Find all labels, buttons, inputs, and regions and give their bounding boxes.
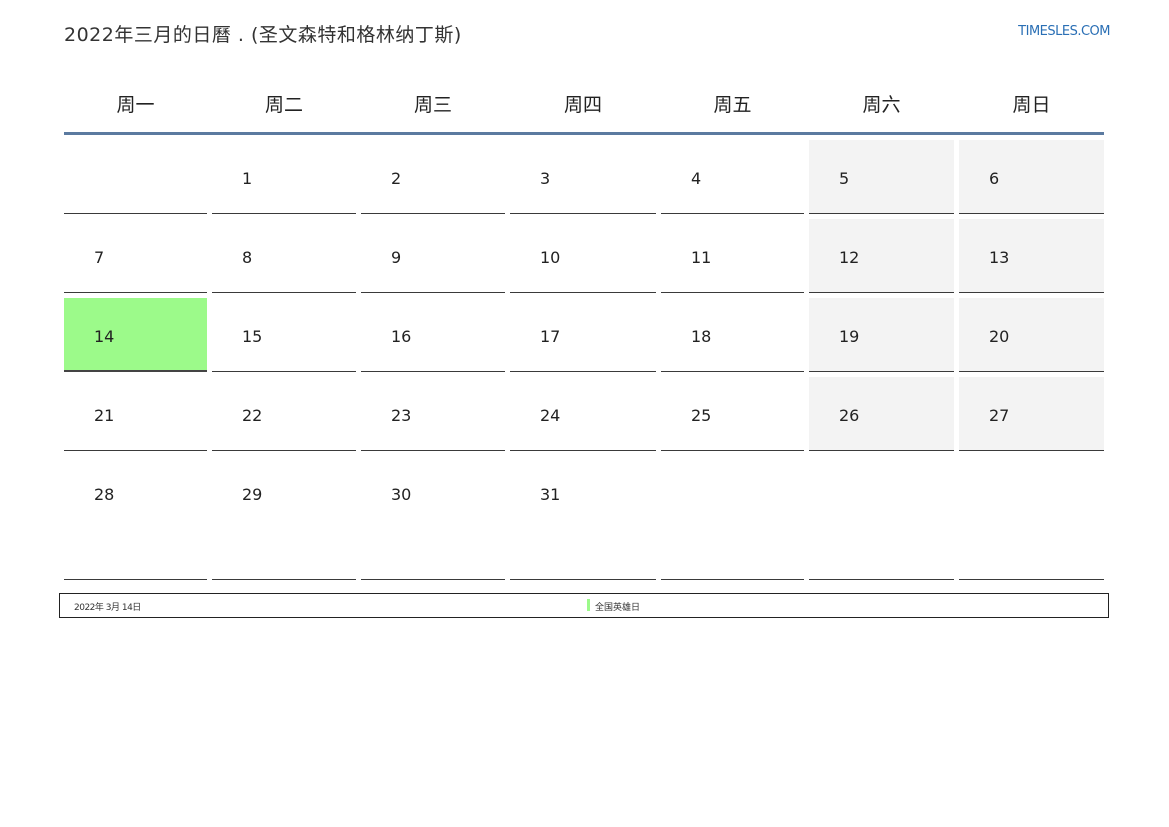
day-cell[interactable]: 29 bbox=[212, 456, 356, 580]
day-number: 9 bbox=[391, 248, 402, 267]
day-number: 7 bbox=[94, 248, 105, 267]
day-cell[interactable]: 25 bbox=[661, 377, 804, 451]
day-number: 21 bbox=[94, 406, 115, 425]
day-number: 14 bbox=[94, 327, 115, 346]
day-number: 29 bbox=[242, 485, 263, 504]
weekday-header-sun: 周日 bbox=[959, 74, 1104, 135]
day-number: 16 bbox=[391, 327, 412, 346]
empty-day-cell bbox=[661, 456, 804, 580]
day-cell[interactable]: 1 bbox=[212, 140, 356, 214]
day-cell[interactable]: 2 bbox=[361, 140, 505, 214]
day-number: 30 bbox=[391, 485, 412, 504]
day-cell[interactable]: 3 bbox=[510, 140, 656, 214]
calendar-grid: 周一 周二 周三 周四 周五 周六 周日 1 2 3 4 5 6 7 8 9 1… bbox=[64, 74, 1105, 585]
day-cell[interactable]: 16 bbox=[361, 298, 505, 372]
day-cell[interactable]: 15 bbox=[212, 298, 356, 372]
weekday-header-thu: 周四 bbox=[510, 74, 661, 135]
day-number: 26 bbox=[839, 406, 860, 425]
weekend-day-cell[interactable]: 19 bbox=[809, 298, 954, 372]
weekend-day-cell[interactable]: 20 bbox=[959, 298, 1104, 372]
weekend-day-cell[interactable]: 12 bbox=[809, 219, 954, 293]
day-number: 25 bbox=[691, 406, 712, 425]
day-number: 28 bbox=[94, 485, 115, 504]
day-number: 13 bbox=[989, 248, 1010, 267]
weekday-header-mon: 周一 bbox=[64, 74, 212, 135]
day-cell[interactable]: 7 bbox=[64, 219, 207, 293]
page-title: 2022年三月的日曆 . (圣文森特和格林纳丁斯) bbox=[64, 24, 462, 46]
day-number: 3 bbox=[540, 169, 551, 188]
weekday-header-sat: 周六 bbox=[809, 74, 959, 135]
day-cell[interactable]: 21 bbox=[64, 377, 207, 451]
day-number: 24 bbox=[540, 406, 561, 425]
day-cell[interactable]: 22 bbox=[212, 377, 356, 451]
day-number: 31 bbox=[540, 485, 561, 504]
empty-day-cell bbox=[959, 456, 1104, 580]
day-cell[interactable]: 11 bbox=[661, 219, 804, 293]
day-cell[interactable]: 9 bbox=[361, 219, 505, 293]
day-cell[interactable] bbox=[64, 140, 207, 214]
weekend-day-cell[interactable]: 5 bbox=[809, 140, 954, 214]
day-number: 8 bbox=[242, 248, 253, 267]
day-cell[interactable]: 23 bbox=[361, 377, 505, 451]
day-cell[interactable]: 18 bbox=[661, 298, 804, 372]
day-cell[interactable]: 28 bbox=[64, 456, 207, 580]
day-cell[interactable]: 24 bbox=[510, 377, 656, 451]
day-number: 6 bbox=[989, 169, 1000, 188]
day-number: 12 bbox=[839, 248, 860, 267]
day-cell[interactable]: 8 bbox=[212, 219, 356, 293]
weekend-day-cell[interactable]: 26 bbox=[809, 377, 954, 451]
holiday-date: 2022年 3月 14日 bbox=[74, 603, 141, 613]
day-number: 1 bbox=[242, 169, 253, 188]
day-number: 19 bbox=[839, 327, 860, 346]
day-cell[interactable]: 31 bbox=[510, 456, 656, 580]
day-cell[interactable]: 30 bbox=[361, 456, 505, 580]
day-number: 15 bbox=[242, 327, 263, 346]
day-number: 27 bbox=[989, 406, 1010, 425]
empty-day-cell bbox=[809, 456, 954, 580]
weekend-day-cell[interactable]: 27 bbox=[959, 377, 1104, 451]
day-cell[interactable]: 10 bbox=[510, 219, 656, 293]
day-number: 22 bbox=[242, 406, 263, 425]
day-number: 23 bbox=[391, 406, 412, 425]
day-number: 4 bbox=[691, 169, 702, 188]
day-number: 18 bbox=[691, 327, 712, 346]
weekend-day-cell[interactable]: 6 bbox=[959, 140, 1104, 214]
day-cell[interactable]: 17 bbox=[510, 298, 656, 372]
day-number: 5 bbox=[839, 169, 850, 188]
day-number: 17 bbox=[540, 327, 561, 346]
day-number: 11 bbox=[691, 248, 712, 267]
weekday-header-fri: 周五 bbox=[661, 74, 809, 135]
day-number: 20 bbox=[989, 327, 1010, 346]
weekend-day-cell[interactable]: 13 bbox=[959, 219, 1104, 293]
weekday-header-wed: 周三 bbox=[361, 74, 510, 135]
day-number: 10 bbox=[540, 248, 561, 267]
day-number: 2 bbox=[391, 169, 402, 188]
site-link[interactable]: TIMESLES.COM bbox=[1018, 24, 1110, 39]
weekday-header-tue: 周二 bbox=[212, 74, 361, 135]
holiday-legend: 2022年 3月 14日 全国英雄日 bbox=[59, 593, 1109, 618]
holiday-name: 全国英雄日 bbox=[595, 603, 641, 613]
holiday-day-cell[interactable]: 14 bbox=[64, 298, 207, 372]
holiday-color-marker bbox=[587, 599, 590, 611]
day-cell[interactable]: 4 bbox=[661, 140, 804, 214]
